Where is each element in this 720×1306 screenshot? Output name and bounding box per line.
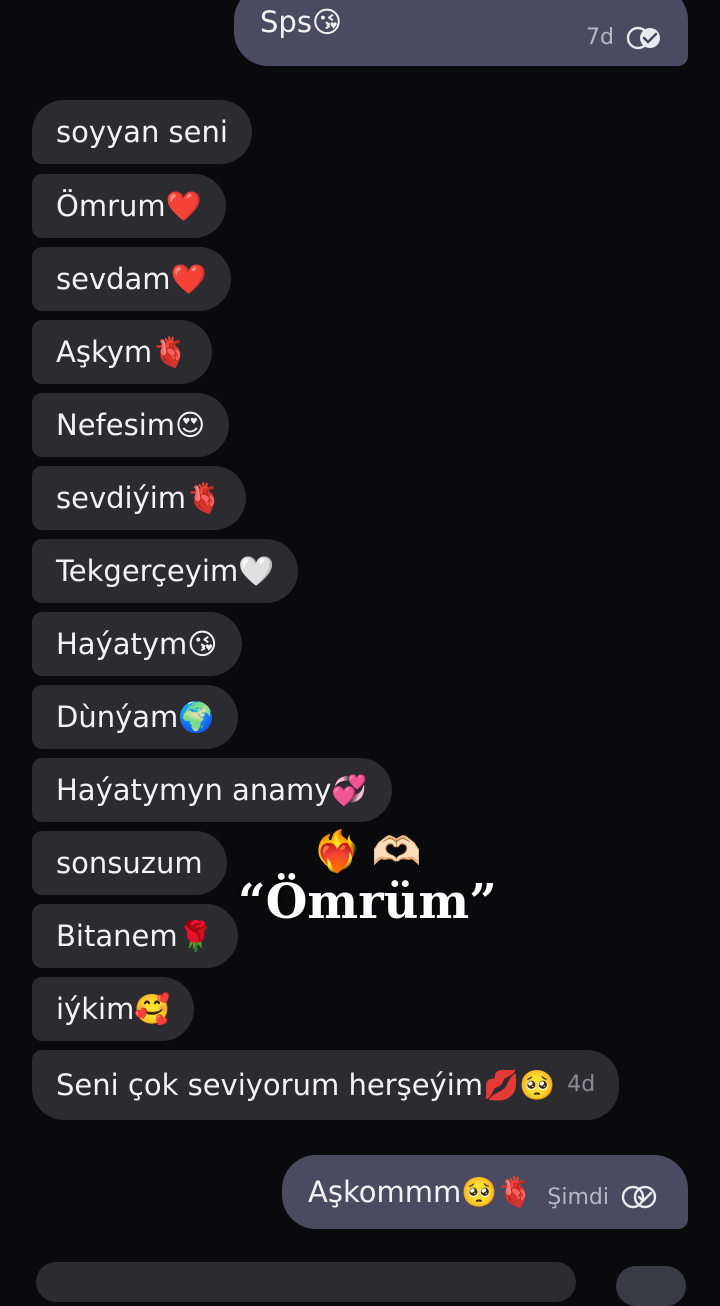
message-text: Aşkym🫀 [56, 334, 189, 369]
message-text: Seni çok seviyorum herşeýim💋🥺 [56, 1067, 556, 1102]
message-text: Dùnýam🌍 [56, 699, 215, 734]
message-text: sevdam❤️ [56, 261, 207, 296]
received-message[interactable]: sonsuzum [32, 831, 227, 895]
sent-message-bottom[interactable]: Aşkommm🥺🫀 Şimdi [282, 1155, 688, 1229]
received-message[interactable]: iýkim🥰 [32, 977, 195, 1041]
message-text: iýkim🥰 [56, 991, 171, 1026]
double-check-icon [621, 1185, 657, 1209]
message-text: Tekgerçeyim🤍 [56, 553, 275, 588]
received-message[interactable]: sevdiýim🫀 [32, 466, 247, 530]
message-text: Aşkommm🥺🫀 [308, 1174, 534, 1209]
double-check-icon [626, 26, 660, 50]
sent-message-top[interactable]: Sps😘 7d [234, 0, 688, 66]
overlay-emoji-sticker: ❤️‍🔥🫶🏻 [312, 829, 432, 875]
message-text: Haýatymyn anamy💞 [56, 772, 368, 807]
message-text: sonsuzum [56, 845, 203, 880]
send-button[interactable] [616, 1266, 686, 1306]
message-time: 7d [586, 25, 614, 50]
received-message[interactable]: Aşkym🫀 [32, 320, 213, 384]
message-time: Şimdi [547, 1185, 610, 1210]
message-text: Bitanem🌹 [56, 918, 214, 953]
message-time: 4d [567, 1072, 596, 1097]
received-message[interactable]: Haýatym😘 [32, 612, 242, 676]
received-message[interactable]: soyyan seni [32, 100, 252, 164]
message-text: sevdiýim🫀 [56, 480, 223, 515]
received-message[interactable]: Bitanem🌹 [32, 904, 238, 968]
received-message[interactable]: Nefesim😍 [32, 393, 230, 457]
message-text: Ömrum❤️ [56, 188, 202, 223]
message-text: soyyan seni [56, 114, 228, 149]
received-message[interactable]: sevdam❤️ [32, 247, 231, 311]
message-input[interactable] [36, 1262, 576, 1302]
message-text: Nefesim😍 [56, 407, 206, 442]
message-text: Haýatym😘 [56, 626, 218, 661]
received-message[interactable]: Tekgerçeyim🤍 [32, 539, 299, 603]
received-message[interactable]: Haýatymyn anamy💞 [32, 758, 392, 822]
received-message-last[interactable]: Seni çok seviyorum herşeýim💋🥺 4d [32, 1050, 620, 1120]
overlay-title: “Ömrüm” [238, 874, 497, 930]
received-message[interactable]: Dùnýam🌍 [32, 685, 239, 749]
message-text: Sps😘 [260, 5, 343, 39]
received-message[interactable]: Ömrum❤️ [32, 174, 226, 238]
